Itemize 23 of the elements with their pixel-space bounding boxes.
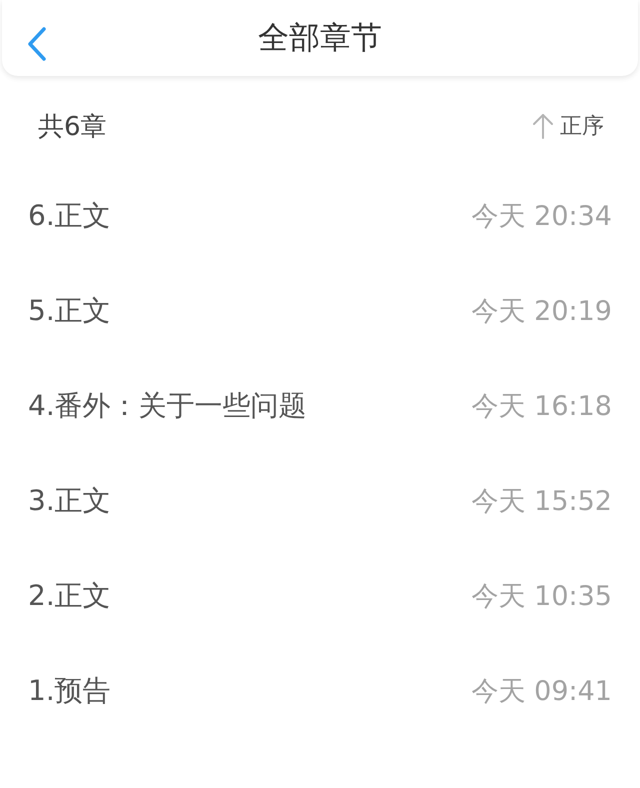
back-icon[interactable]: [27, 27, 47, 61]
chapter-time: 今天 15:52: [472, 484, 612, 518]
chapter-title: 6.正文: [28, 198, 111, 234]
chapter-title: 1.预告: [28, 672, 111, 708]
chapter-title: 3.正文: [28, 482, 111, 518]
page-title: 全部章节: [258, 19, 382, 58]
chapter-item[interactable]: 3.正文 今天 15:52: [0, 453, 640, 548]
chapter-time: 今天 16:18: [472, 390, 612, 424]
chapter-item[interactable]: 6.正文 今天 20:34: [0, 168, 640, 263]
chapter-count: 共6章: [38, 110, 107, 144]
chapter-time: 今天 09:41: [472, 674, 612, 708]
chapter-time: 今天 10:35: [472, 580, 612, 614]
chapter-item[interactable]: 1.预告 今天 09:41: [0, 643, 640, 738]
up-arrow-icon: [532, 112, 554, 140]
chapter-time: 今天 20:34: [472, 200, 612, 234]
chapter-title: 4.番外：关于一些问题: [28, 388, 307, 424]
chapter-item[interactable]: 4.番外：关于一些问题 今天 16:18: [0, 358, 640, 453]
chapter-item[interactable]: 5.正文 今天 20:19: [0, 263, 640, 358]
chapter-title: 5.正文: [28, 292, 111, 328]
sort-button[interactable]: 正序: [532, 111, 604, 141]
chapter-title: 2.正文: [28, 578, 111, 614]
chapter-item[interactable]: 2.正文 今天 10:35: [0, 548, 640, 643]
chapter-time: 今天 20:19: [472, 294, 612, 328]
